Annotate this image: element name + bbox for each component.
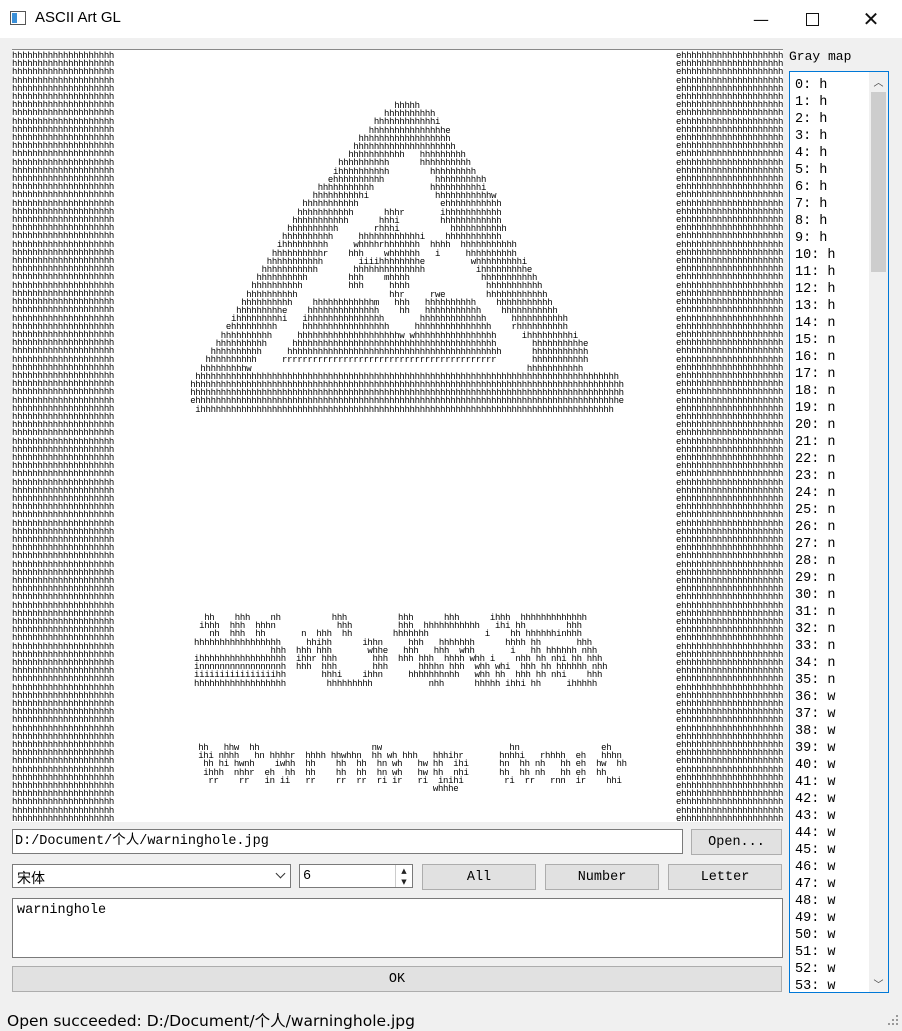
gray-map-item[interactable]: 15: n	[795, 332, 836, 349]
gray-map-item[interactable]: 28: n	[795, 553, 836, 570]
gray-map-item[interactable]: 4: h	[795, 145, 836, 162]
gray-map-item[interactable]: 45: w	[795, 842, 836, 859]
gray-map-item[interactable]: 26: n	[795, 519, 836, 536]
gray-map-item[interactable]: 25: n	[795, 502, 836, 519]
gray-map-item[interactable]: 17: n	[795, 366, 836, 383]
gray-map-item[interactable]: 19: n	[795, 400, 836, 417]
gray-map-item[interactable]: 40: w	[795, 757, 836, 774]
gray-map-item[interactable]: 20: n	[795, 417, 836, 434]
gray-map-item[interactable]: 50: w	[795, 927, 836, 944]
gray-map-item[interactable]: 2: h	[795, 111, 836, 128]
title-bar: ASCII Art GL — ✕	[0, 0, 902, 38]
gray-map-item[interactable]: 44: w	[795, 825, 836, 842]
chevron-down-icon	[275, 868, 286, 879]
gray-map-item[interactable]: 34: n	[795, 655, 836, 672]
gray-map-item[interactable]: 53: w	[795, 978, 836, 992]
gray-map-item[interactable]: 29: n	[795, 570, 836, 587]
scroll-up-icon[interactable]: ︿	[869, 72, 888, 90]
gray-map-item[interactable]: 21: n	[795, 434, 836, 451]
gray-map-item[interactable]: 12: h	[795, 281, 836, 298]
gray-map-item[interactable]: 7: h	[795, 196, 836, 213]
gray-map-item[interactable]: 10: h	[795, 247, 836, 264]
gray-map-item[interactable]: 16: n	[795, 349, 836, 366]
gray-map-item[interactable]: 18: n	[795, 383, 836, 400]
gray-map-item[interactable]: 30: n	[795, 587, 836, 604]
spin-up-icon[interactable]: ▲	[396, 865, 412, 876]
spin-buttons: ▲ ▼	[395, 865, 412, 887]
gray-map-item[interactable]: 13: h	[795, 298, 836, 315]
art-warning-triangle: hhhhh hhhhhhhhhh hhhhhhhhhhhhi hhhhhhhhh…	[190, 101, 624, 415]
maximize-button[interactable]	[789, 0, 835, 38]
gray-map-item[interactable]: 33: n	[795, 638, 836, 655]
text-input[interactable]: warninghole	[12, 898, 783, 958]
gray-map-item[interactable]: 48: w	[795, 893, 836, 910]
gray-map-item[interactable]: 14: n	[795, 315, 836, 332]
all-button[interactable]: All	[422, 864, 536, 890]
gray-map-item[interactable]: 27: n	[795, 536, 836, 553]
maximize-icon	[805, 12, 819, 26]
gray-map-item[interactable]: 36: w	[795, 689, 836, 706]
gray-map-item[interactable]: 8: h	[795, 213, 836, 230]
gray-map-items: 0: h 1: h 2: h 3: h 4: h 5: h 6: h 7: h 8: h 9: h…	[795, 77, 836, 992]
gray-map-item[interactable]: 49: w	[795, 910, 836, 927]
gray-map-item[interactable]: 1: h	[795, 94, 836, 111]
scroll-thumb[interactable]	[871, 92, 886, 272]
ascii-art-output[interactable]: hhhhhhhhhhhhhhhhhhhh hhhhhhhhhhhhhhhhhhh…	[12, 49, 783, 822]
gray-map-label: Gray map	[789, 49, 852, 64]
gray-map-item[interactable]: 3: h	[795, 128, 836, 145]
gray-map-item[interactable]: 38: w	[795, 723, 836, 740]
gray-map-item[interactable]: 35: n	[795, 672, 836, 689]
close-icon: ✕	[862, 7, 880, 31]
status-bar-text: Open succeeded: D:/Document/个人/warningho…	[7, 1012, 415, 1030]
gray-map-item[interactable]: 51: w	[795, 944, 836, 961]
file-path-input[interactable]: D:/Document/个人/warninghole.jpg	[12, 829, 683, 854]
gray-map-item[interactable]: 46: w	[795, 859, 836, 876]
gray-map-item[interactable]: 37: w	[795, 706, 836, 723]
gray-map-item[interactable]: 43: w	[795, 808, 836, 825]
letter-button[interactable]: Letter	[668, 864, 782, 890]
gray-map-item[interactable]: 0: h	[795, 77, 836, 94]
gray-map-item[interactable]: 24: n	[795, 485, 836, 502]
gray-map-list[interactable]: 0: h 1: h 2: h 3: h 4: h 5: h 6: h 7: h 8: h 9: h…	[789, 71, 889, 993]
window-title: ASCII Art GL	[35, 9, 121, 26]
gray-map-item[interactable]: 39: w	[795, 740, 836, 757]
gray-map-item[interactable]: 42: w	[795, 791, 836, 808]
gray-map-item[interactable]: 6: h	[795, 179, 836, 196]
gray-map-item[interactable]: 23: n	[795, 468, 836, 485]
gray-map-item[interactable]: 9: h	[795, 230, 836, 247]
minimize-icon: —	[753, 9, 769, 29]
gray-map-item[interactable]: 52: w	[795, 961, 836, 978]
gray-map-item[interactable]: 22: n	[795, 451, 836, 468]
font-size-spinbox[interactable]: 6 ▲ ▼	[299, 864, 413, 888]
gray-map-item[interactable]: 31: n	[795, 604, 836, 621]
gray-map-item[interactable]: 47: w	[795, 876, 836, 893]
art-text-block-1: hh hhh nh hhh hhh hhh ihhh hhhhhhhhhhhhh…	[194, 613, 608, 689]
ok-button[interactable]: OK	[12, 966, 782, 992]
gray-map-item[interactable]: 41: w	[795, 774, 836, 791]
gray-map-scrollbar[interactable]: ︿ ﹀	[869, 72, 888, 992]
gray-map-item[interactable]: 11: h	[795, 264, 836, 281]
close-button[interactable]: ✕	[848, 0, 894, 38]
spin-down-icon[interactable]: ▼	[396, 876, 412, 887]
scroll-down-icon[interactable]: ﹀	[869, 974, 888, 992]
app-icon	[10, 11, 26, 25]
open-button[interactable]: Open...	[691, 829, 782, 855]
font-select-value: 宋体	[17, 871, 45, 887]
art-right-column: ehhhhhhhhhhhhhhhhhhhhhh ehhhhhhhhhhhhhhh…	[676, 51, 783, 822]
font-select[interactable]: 宋体	[12, 864, 291, 888]
gray-map-item[interactable]: 5: h	[795, 162, 836, 179]
art-left-column: hhhhhhhhhhhhhhhhhhhh hhhhhhhhhhhhhhhhhhh…	[12, 51, 115, 822]
art-text-block-2: hh hhw hh nw hn eh ihi nhhh hn hhhhr hhh…	[198, 743, 627, 795]
resize-grip-icon[interactable]	[887, 1015, 899, 1027]
font-size-value: 6	[303, 869, 312, 884]
gray-map-item[interactable]: 32: n	[795, 621, 836, 638]
number-button[interactable]: Number	[545, 864, 659, 890]
minimize-button[interactable]: —	[738, 0, 784, 38]
